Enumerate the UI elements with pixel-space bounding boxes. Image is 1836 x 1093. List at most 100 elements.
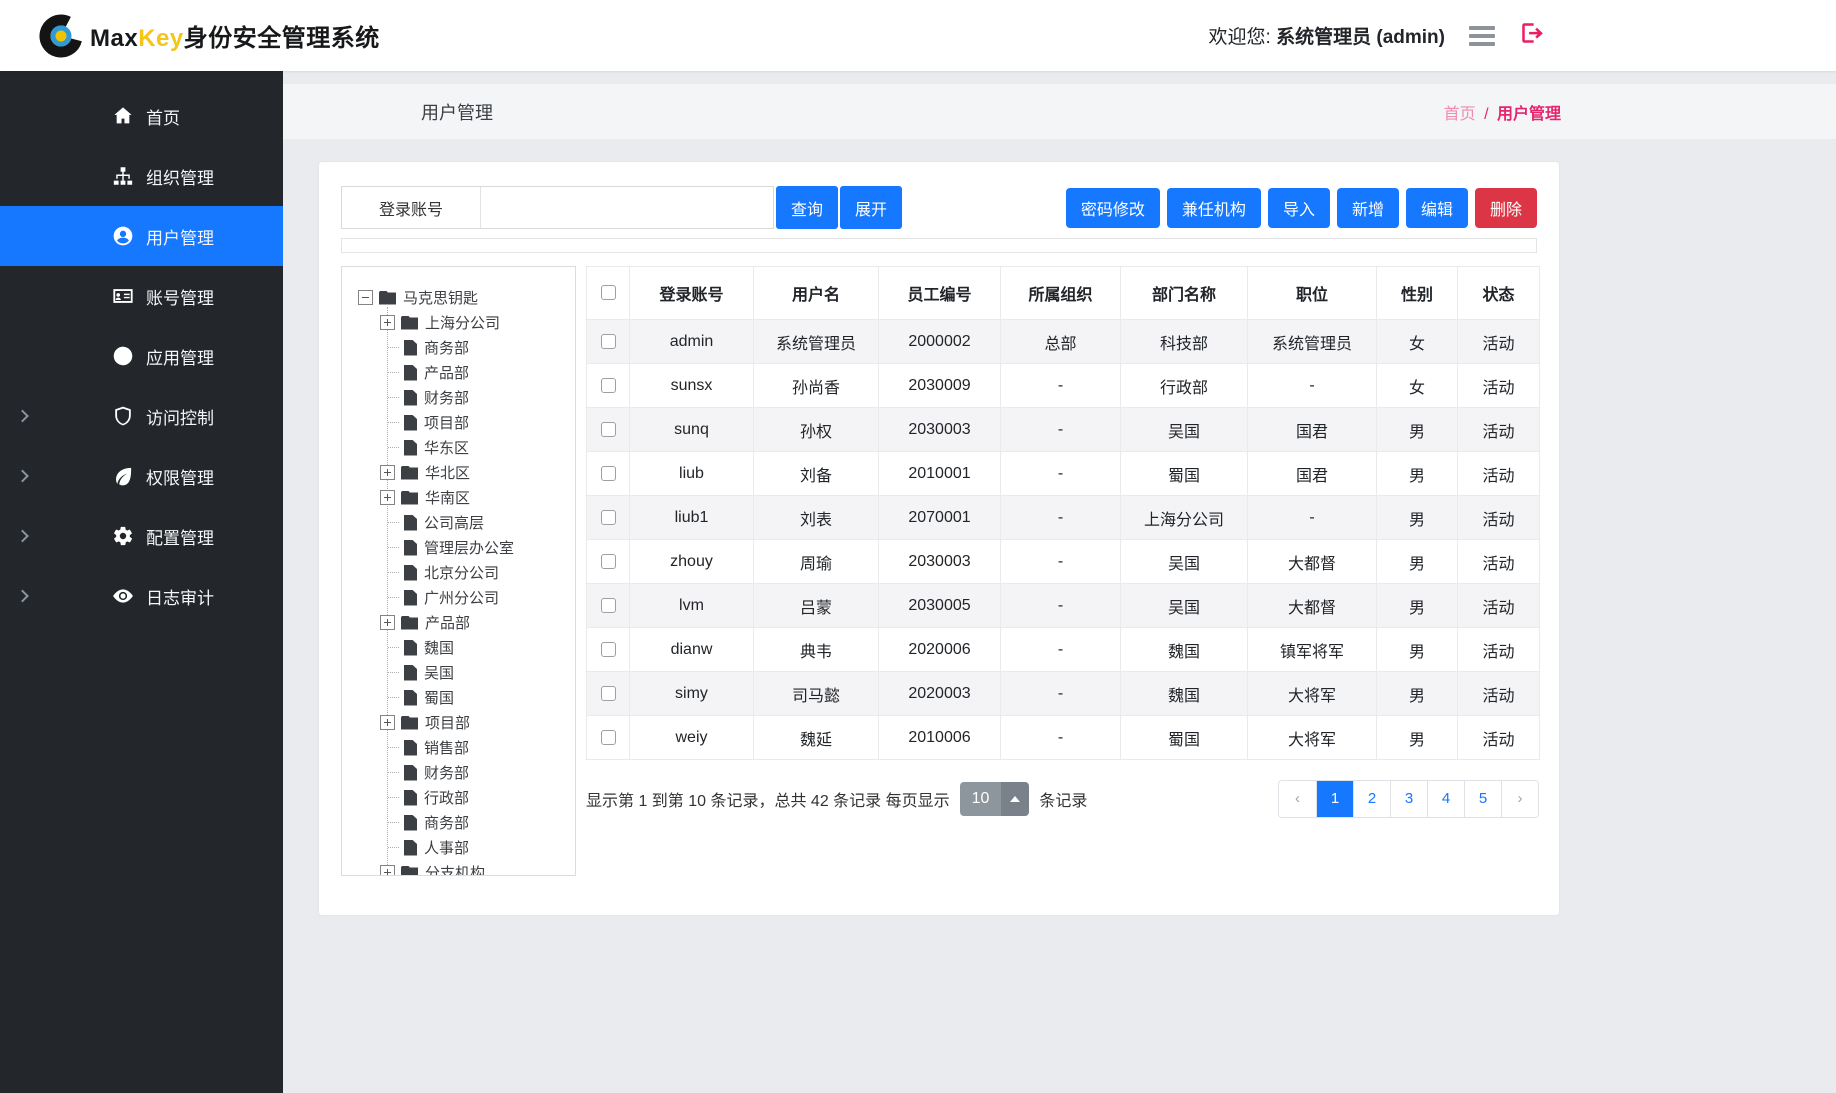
sidebar-item-label: 访问控制 xyxy=(146,404,214,429)
add-button[interactable]: 新增 xyxy=(1337,188,1399,228)
page-title: 用户管理 xyxy=(421,99,493,125)
column-header[interactable]: 状态 xyxy=(1458,267,1540,320)
tree-node[interactable]: 人事部 xyxy=(380,835,575,860)
tree-node[interactable]: 项目部 xyxy=(380,710,575,735)
tree-node[interactable]: 上海分公司 xyxy=(380,310,575,335)
row-checkbox[interactable] xyxy=(601,334,616,349)
tree-node[interactable]: 产品部 xyxy=(380,360,575,385)
table-row[interactable]: sunq孙权2030003-吴国国君男活动 xyxy=(587,408,1540,452)
sidebar-item-2[interactable]: 组织管理 xyxy=(0,146,283,206)
pager-page-3[interactable]: 3 xyxy=(1390,781,1427,817)
row-checkbox[interactable] xyxy=(601,730,616,745)
table-row[interactable]: sunsx孙尚香2030009-行政部-女活动 xyxy=(587,364,1540,408)
sidebar-item-9[interactable]: 日志审计 xyxy=(0,566,283,626)
tree-node[interactable]: 项目部 xyxy=(380,410,575,435)
table-row[interactable]: zhouy周瑜2030003-吴国大都督男活动 xyxy=(587,540,1540,584)
sidebar-item-4[interactable]: 账号管理 xyxy=(0,266,283,326)
expand-plus-icon[interactable] xyxy=(380,865,395,876)
expand-button[interactable]: 展开 xyxy=(840,186,902,229)
expand-plus-icon[interactable] xyxy=(380,615,395,630)
pager-page-5[interactable]: 5 xyxy=(1464,781,1501,817)
delete-button[interactable]: 删除 xyxy=(1475,188,1537,228)
pager-next-button[interactable]: › xyxy=(1501,781,1538,817)
pager-page-4[interactable]: 4 xyxy=(1427,781,1464,817)
sidebar-item-7[interactable]: 权限管理 xyxy=(0,446,283,506)
table-row[interactable]: weiy魏延2010006-蜀国大将军男活动 xyxy=(587,716,1540,760)
row-checkbox[interactable] xyxy=(601,510,616,525)
menu-toggle-icon[interactable] xyxy=(1469,26,1495,46)
column-header[interactable]: 所属组织 xyxy=(1001,267,1121,320)
tree-node[interactable]: 商务部 xyxy=(380,810,575,835)
tree-node[interactable]: 华北区 xyxy=(380,460,575,485)
table-row[interactable]: simy司马懿2020003-魏国大将军男活动 xyxy=(587,672,1540,716)
sidebar-item-8[interactable]: 配置管理 xyxy=(0,506,283,566)
expand-plus-icon[interactable] xyxy=(380,465,395,480)
tree-node-label: 产品部 xyxy=(425,612,470,633)
table-cell: 行政部 xyxy=(1121,364,1248,408)
column-header[interactable]: 员工编号 xyxy=(879,267,1001,320)
row-checkbox[interactable] xyxy=(601,686,616,701)
collapse-minus-icon[interactable] xyxy=(358,290,373,305)
adjunct-org-button[interactable]: 兼任机构 xyxy=(1167,188,1261,228)
tree-node[interactable]: 华东区 xyxy=(380,435,575,460)
tree-node[interactable]: 行政部 xyxy=(380,785,575,810)
column-header[interactable]: 部门名称 xyxy=(1121,267,1248,320)
gears-icon xyxy=(112,525,134,547)
pager-prev-button[interactable]: ‹ xyxy=(1279,781,1316,817)
brand: MaxKey身份安全管理系统 xyxy=(38,0,380,71)
row-checkbox[interactable] xyxy=(601,378,616,393)
expand-plus-icon[interactable] xyxy=(380,715,395,730)
expand-plus-icon[interactable] xyxy=(380,315,395,330)
column-header[interactable]: 性别 xyxy=(1377,267,1458,320)
row-checkbox[interactable] xyxy=(601,466,616,481)
change-password-button[interactable]: 密码修改 xyxy=(1066,188,1160,228)
column-header[interactable]: 职位 xyxy=(1248,267,1377,320)
row-checkbox[interactable] xyxy=(601,422,616,437)
tree-node[interactable]: 北京分公司 xyxy=(380,560,575,585)
breadcrumb-home[interactable]: 首页 xyxy=(1444,106,1476,123)
tree-node[interactable]: 广州分公司 xyxy=(380,585,575,610)
address-card-icon xyxy=(112,285,134,307)
query-button[interactable]: 查询 xyxy=(776,186,838,229)
logout-icon[interactable] xyxy=(1519,20,1545,51)
tree-node[interactable]: 产品部 xyxy=(380,610,575,635)
sidebar-item-1[interactable]: 首页 xyxy=(0,86,283,146)
table-row[interactable]: liub1刘表2070001-上海分公司-男活动 xyxy=(587,496,1540,540)
table-row[interactable]: liub刘备2010001-蜀国国君男活动 xyxy=(587,452,1540,496)
edit-button[interactable]: 编辑 xyxy=(1406,188,1468,228)
pager-page-2[interactable]: 2 xyxy=(1353,781,1390,817)
select-all-checkbox[interactable] xyxy=(601,285,616,300)
search-input[interactable] xyxy=(481,187,773,228)
row-checkbox[interactable] xyxy=(601,598,616,613)
maxkey-logo-icon xyxy=(38,13,84,59)
table-cell: 男 xyxy=(1377,584,1458,628)
tree-node[interactable]: 华南区 xyxy=(380,485,575,510)
table-cell: - xyxy=(1248,496,1377,540)
expand-plus-icon[interactable] xyxy=(380,490,395,505)
table-row[interactable]: lvm吕蒙2030005-吴国大都督男活动 xyxy=(587,584,1540,628)
tree-node[interactable]: 分支机构 xyxy=(380,860,575,876)
sidebar: 首页组织管理用户管理账号管理应用管理访问控制权限管理配置管理日志审计 xyxy=(0,71,283,1093)
tree-root-node[interactable]: 马克思钥匙 xyxy=(358,285,575,310)
sidebar-item-6[interactable]: 访问控制 xyxy=(0,386,283,446)
row-checkbox[interactable] xyxy=(601,554,616,569)
tree-node[interactable]: 蜀国 xyxy=(380,685,575,710)
import-button[interactable]: 导入 xyxy=(1268,188,1330,228)
tree-node[interactable]: 管理层办公室 xyxy=(380,535,575,560)
column-header[interactable]: 登录账号 xyxy=(630,267,754,320)
tree-node[interactable]: 魏国 xyxy=(380,635,575,660)
pager-page-1[interactable]: 1 xyxy=(1316,781,1353,817)
table-row[interactable]: dianw典韦2020006-魏国镇军将军男活动 xyxy=(587,628,1540,672)
tree-node[interactable]: 公司高层 xyxy=(380,510,575,535)
table-row[interactable]: admin系统管理员2000002总部科技部系统管理员女活动 xyxy=(587,320,1540,364)
column-header[interactable]: 用户名 xyxy=(754,267,879,320)
tree-node[interactable]: 销售部 xyxy=(380,735,575,760)
tree-node[interactable]: 财务部 xyxy=(380,760,575,785)
sidebar-item-5[interactable]: 应用管理 xyxy=(0,326,283,386)
row-checkbox[interactable] xyxy=(601,642,616,657)
tree-node[interactable]: 商务部 xyxy=(380,335,575,360)
page-size-dropdown[interactable]: 10 xyxy=(960,782,1030,816)
tree-node[interactable]: 吴国 xyxy=(380,660,575,685)
tree-node[interactable]: 财务部 xyxy=(380,385,575,410)
sidebar-item-3[interactable]: 用户管理 xyxy=(0,206,283,266)
